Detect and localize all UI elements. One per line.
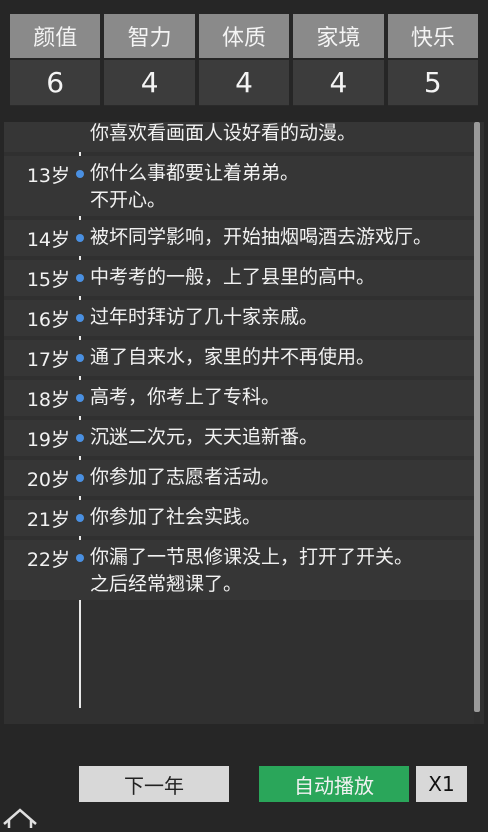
scrollbar-thumb[interactable] [474,122,480,712]
timeline-dot [76,554,84,562]
stat-label: 智力 [104,14,195,58]
entry-text: 你漏了一节思修课没上，打开了开关。 之后经常翘课了。 [90,546,414,595]
attribute-stats-bar: 颜值 6 智力 4 体质 4 家境 4 快乐 5 [10,14,479,106]
next-year-button[interactable]: 下一年 [79,766,229,802]
stat-label: 体质 [198,14,290,58]
entry-text: 通了自来水，家里的井不再使用。 [90,346,376,368]
stat-label: 颜值 [10,14,101,58]
entry-age: 17岁 [26,349,70,371]
entry-text: 你喜欢看画面人设好看的动漫。 [90,122,357,144]
entry-age [4,122,70,152]
stat-intelligence: 智力 4 [104,14,195,106]
entry-age: 20岁 [26,469,70,491]
entry-age: 18岁 [26,389,70,411]
entry-age: 22岁 [26,549,70,571]
list-item: 22岁 你漏了一节思修课没上，打开了开关。 之后经常翘课了。 [4,540,474,600]
list-item: 21岁 你参加了社会实践。 [4,500,474,536]
list-item: 14岁 被坏同学影响，开始抽烟喝酒去游戏厅。 [4,220,474,256]
stat-value: 4 [198,59,290,106]
entry-age: 15岁 [26,269,70,291]
stat-value: 4 [104,59,195,106]
entry-text: 被坏同学影响，开始抽烟喝酒去游戏厅。 [90,226,433,248]
entry-text: 你什么事都要让着弟弟。 不开心。 [90,162,300,211]
timeline-dot [76,354,84,362]
entry-text: 高考，你考上了专科。 [90,386,281,408]
life-log-panel[interactable]: 你喜欢看画面人设好看的动漫。 13岁 你什么事都要让着弟弟。 不开心。 14岁 … [4,122,484,724]
entry-text: 过年时拜访了几十家亲戚。 [90,306,319,328]
auto-play-button[interactable]: 自动播放 [259,766,409,802]
entry-text: 中考考的一般，上了县里的高中。 [90,266,376,288]
stat-appearance: 颜值 6 [10,14,101,106]
life-log-entries: 你喜欢看画面人设好看的动漫。 13岁 你什么事都要让着弟弟。 不开心。 14岁 … [4,122,474,604]
stat-label: 家境 [293,14,384,58]
timeline-dot [76,314,84,322]
stat-family-wealth: 家境 4 [293,14,384,106]
stat-value: 5 [387,59,479,106]
timeline-dot [76,434,84,442]
stat-constitution: 体质 4 [198,14,290,106]
timeline-dot [76,170,84,178]
list-item: 20岁 你参加了志愿者活动。 [4,460,474,496]
entry-age: 19岁 [26,429,70,451]
timeline-dot [76,474,84,482]
entry-age: 13岁 [26,165,70,187]
timeline-dot [76,274,84,282]
speed-button[interactable]: X1 [416,766,467,802]
timeline-dot [76,394,84,402]
entry-text: 你参加了志愿者活动。 [90,466,281,488]
home-icon[interactable] [0,802,40,828]
entry-age: 16岁 [26,309,70,331]
stat-label: 快乐 [387,14,479,58]
stat-value: 6 [10,59,101,106]
stat-happiness: 快乐 5 [387,14,479,106]
entry-age: 21岁 [26,509,70,531]
list-item: 18岁 高考，你考上了专科。 [4,380,474,416]
entry-text: 沉迷二次元，天天追新番。 [90,426,319,448]
list-item: 13岁 你什么事都要让着弟弟。 不开心。 [4,156,474,216]
list-item: 你喜欢看画面人设好看的动漫。 [4,122,474,152]
list-item: 15岁 中考考的一般，上了县里的高中。 [4,260,474,296]
list-item: 17岁 通了自来水，家里的井不再使用。 [4,340,474,376]
entry-text: 你参加了社会实践。 [90,506,262,528]
stat-value: 4 [293,59,384,106]
scrollbar[interactable] [474,122,480,724]
life-log-scroll-area[interactable]: 你喜欢看画面人设好看的动漫。 13岁 你什么事都要让着弟弟。 不开心。 14岁 … [4,122,474,724]
entry-age: 14岁 [26,229,70,251]
timeline-dot [76,514,84,522]
list-item: 16岁 过年时拜访了几十家亲戚。 [4,300,474,336]
timeline-dot [76,234,84,242]
list-item: 19岁 沉迷二次元，天天追新番。 [4,420,474,456]
